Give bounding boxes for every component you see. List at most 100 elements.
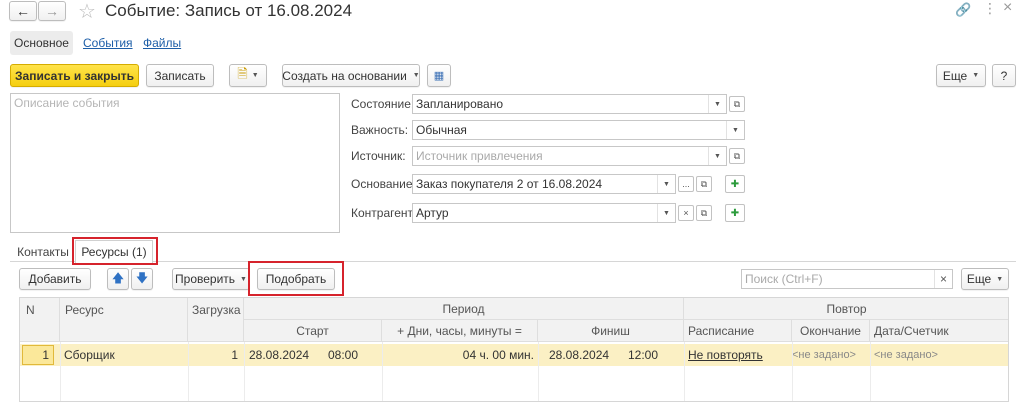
- importance-field[interactable]: Обычная ▼: [412, 120, 745, 140]
- move-down-button[interactable]: 🡇: [131, 268, 153, 290]
- chevron-down-icon[interactable]: ▼: [657, 175, 675, 193]
- document-icon: 🗎: [237, 65, 248, 81]
- search-input[interactable]: Поиск (Ctrl+F) ×: [741, 269, 953, 289]
- col-separator: [870, 342, 871, 401]
- add-green-icon: ✚: [730, 178, 740, 190]
- arrow-up-icon: 🡅: [111, 270, 125, 285]
- cell-finish-date[interactable]: 28.08.2024: [549, 345, 619, 365]
- col-start-header[interactable]: Старт: [244, 320, 382, 342]
- save-and-close-button[interactable]: Записать и закрыть: [10, 64, 139, 87]
- cell-start-date[interactable]: 28.08.2024: [249, 345, 319, 365]
- basis-add-button[interactable]: ✚: [725, 175, 745, 193]
- chevron-down-icon[interactable]: ▼: [708, 95, 726, 113]
- forward-button[interactable]: →: [38, 1, 66, 21]
- col-separator: [684, 342, 685, 401]
- col-separator: [792, 342, 793, 401]
- open-contractor-button[interactable]: ⧉: [696, 205, 712, 221]
- col-separator: [60, 342, 61, 401]
- contractor-clear-button[interactable]: ×: [678, 205, 694, 221]
- state-field[interactable]: Запланировано ▼: [412, 94, 727, 114]
- tab-main[interactable]: Основное: [10, 31, 73, 55]
- contractor-add-button[interactable]: ✚: [725, 204, 745, 222]
- col-n-header[interactable]: N: [20, 298, 60, 342]
- open-basis-button[interactable]: ⧉: [696, 176, 712, 192]
- tab-events[interactable]: События: [83, 36, 133, 50]
- arrow-right-icon: →: [45, 3, 59, 19]
- col-load-header[interactable]: Загрузка: [188, 298, 244, 342]
- contractor-field[interactable]: Артур ▼: [412, 203, 676, 223]
- cell-duration[interactable]: 04 ч. 00 мин.: [382, 345, 534, 365]
- col-schedule-header[interactable]: Расписание: [684, 320, 792, 342]
- clear-search-icon[interactable]: ×: [934, 270, 952, 288]
- chevron-down-icon[interactable]: ▼: [726, 121, 744, 139]
- tab-resources[interactable]: Ресурсы (1): [75, 240, 153, 263]
- col-separator: [538, 342, 539, 401]
- col-date-counter-header[interactable]: Дата/Счетчик: [870, 320, 1008, 342]
- menu-dots-icon[interactable]: ⋮: [983, 0, 997, 17]
- structure-button[interactable]: ▦: [427, 64, 451, 87]
- state-label: Состояние:: [351, 97, 415, 111]
- open-source-button[interactable]: ⧉: [729, 148, 745, 164]
- col-period-header[interactable]: Период: [244, 298, 684, 320]
- check-button[interactable]: Проверить ▼: [172, 268, 250, 290]
- table-row[interactable]: 1 Сборщик 1 28.08.2024 08:00 04 ч. 00 ми…: [20, 344, 1008, 366]
- col-separator: [382, 342, 383, 401]
- cell-finish-time[interactable]: 12:00: [628, 345, 678, 365]
- help-button[interactable]: ?: [992, 64, 1016, 87]
- back-button[interactable]: ←: [9, 1, 37, 21]
- chevron-down-icon: ▼: [972, 72, 980, 79]
- col-separator: [244, 342, 245, 401]
- resources-table: N Ресурс Загрузка Период Повтор Старт + …: [19, 297, 1009, 402]
- col-end-header[interactable]: Окончание: [792, 320, 870, 342]
- open-icon: ⧉: [733, 150, 741, 161]
- table-more-button[interactable]: Еще ▼: [961, 268, 1009, 290]
- col-resource-header[interactable]: Ресурс: [60, 298, 188, 342]
- chevron-down-icon: ▼: [251, 72, 259, 79]
- basis-label: Основание:: [351, 177, 416, 191]
- col-repeat-header[interactable]: Повтор: [684, 298, 1008, 320]
- open-icon: ⧉: [700, 207, 708, 218]
- source-field[interactable]: Источник привлечения ▼: [412, 146, 727, 166]
- cell-resource[interactable]: Сборщик: [64, 345, 184, 365]
- arrow-down-icon: 🡇: [135, 270, 149, 285]
- col-finish-header[interactable]: Финиш: [538, 320, 684, 342]
- tabs-divider: [10, 261, 1016, 262]
- cell-n[interactable]: 1: [22, 345, 54, 365]
- col-days-header[interactable]: + Дни, часы, минуты =: [382, 320, 538, 342]
- close-icon[interactable]: ×: [1003, 0, 1012, 17]
- star-icon[interactable]: ☆: [78, 0, 96, 24]
- chevron-down-icon: ▼: [412, 72, 420, 79]
- description-placeholder: Описание события: [14, 96, 120, 110]
- structure-icon: ▦: [433, 70, 445, 82]
- source-label: Источник:: [351, 149, 406, 163]
- save-button[interactable]: Записать: [146, 64, 214, 87]
- cell-schedule[interactable]: Не повторять: [688, 345, 788, 365]
- contractor-label: Контрагент:: [351, 206, 417, 220]
- chevron-down-icon[interactable]: ▼: [657, 204, 675, 222]
- cell-end[interactable]: <не задано>: [792, 345, 868, 365]
- more-button[interactable]: Еще ▼: [936, 64, 986, 87]
- tab-contacts[interactable]: Контакты: [12, 242, 74, 262]
- print-dropdown-button[interactable]: 🗎 ▼: [229, 64, 267, 87]
- tab-files[interactable]: Файлы: [143, 36, 181, 50]
- open-icon: ⧉: [733, 98, 741, 109]
- create-based-on-button[interactable]: Создать на основании ▼: [282, 64, 420, 87]
- chevron-down-icon[interactable]: ▼: [708, 147, 726, 165]
- chevron-down-icon: ▼: [240, 275, 247, 283]
- cell-date-counter[interactable]: <не задано>: [874, 345, 1004, 365]
- pick-button[interactable]: Подобрать: [257, 268, 335, 290]
- move-up-button[interactable]: 🡅: [107, 268, 129, 290]
- description-textarea[interactable]: Описание события: [10, 93, 340, 233]
- add-green-icon: ✚: [730, 207, 740, 219]
- col-separator: [188, 342, 189, 401]
- open-state-button[interactable]: ⧉: [729, 96, 745, 112]
- arrow-left-icon: ←: [16, 3, 30, 19]
- add-button[interactable]: Добавить: [19, 268, 91, 290]
- basis-select-button[interactable]: ...: [678, 176, 694, 192]
- chevron-down-icon: ▼: [996, 275, 1004, 283]
- basis-field[interactable]: Заказ покупателя 2 от 16.08.2024 ▼: [412, 174, 676, 194]
- cell-load[interactable]: 1: [188, 345, 238, 365]
- page-title: Событие: Запись от 16.08.2024: [105, 1, 353, 20]
- cell-start-time[interactable]: 08:00: [328, 345, 378, 365]
- link-icon[interactable]: 🔗: [955, 2, 971, 18]
